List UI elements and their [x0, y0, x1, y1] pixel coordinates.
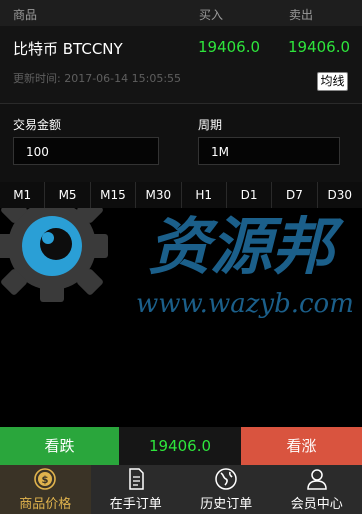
current-price: 19406.0 — [119, 427, 241, 465]
user-icon — [306, 469, 327, 490]
tab-label-member: 会员中心 — [290, 497, 343, 512]
update-time: 更新时间: 2017-06-14 15:05:55 — [13, 72, 182, 85]
symbol-name: 比特币 BTCCNY — [13, 40, 123, 58]
bet-down-button[interactable]: 看跌 — [0, 427, 119, 465]
document-icon — [129, 468, 144, 490]
timeframe-m5[interactable]: M5 — [45, 182, 91, 208]
svg-text:$: $ — [42, 475, 49, 486]
header-buy: 买入 — [199, 8, 224, 22]
globe-icon — [215, 468, 237, 490]
tab-label-prices: 商品价格 — [19, 497, 72, 512]
tab-label-open-orders: 在手订单 — [109, 497, 162, 512]
header-product: 商品 — [13, 8, 38, 22]
price-chart-area: 资源邦 www.wazyb.com — [0, 208, 362, 427]
bet-up-button[interactable]: 看涨 — [241, 427, 362, 465]
amount-field[interactable]: 100 — [13, 137, 159, 165]
timeframe-d30[interactable]: D30 — [318, 182, 362, 208]
amount-label: 交易金额 — [13, 118, 62, 132]
period-field[interactable]: 1M — [198, 137, 340, 165]
tab-open-orders[interactable]: 在手订单 — [91, 465, 182, 514]
timeframe-d7[interactable]: D7 — [272, 182, 318, 208]
trade-action-bar: 看跌 19406.0 看涨 — [0, 427, 362, 465]
timeframe-m1[interactable]: M1 — [0, 182, 46, 208]
coin-icon: $ — [34, 468, 57, 490]
tab-product-prices[interactable]: $ 商品价格 — [0, 465, 91, 514]
bottom-tab-bar: $ 商品价格 在手订单 历史订单 会员中心 — [0, 465, 362, 514]
header-sell: 卖出 — [289, 8, 314, 22]
timeframe-h1[interactable]: H1 — [182, 182, 227, 208]
table-header: 商品 买入 卖出 — [0, 0, 362, 26]
sell-price: 19406.0 — [288, 38, 351, 56]
period-label: 周期 — [198, 118, 223, 132]
buy-price: 19406.0 — [198, 38, 261, 56]
timeframe-d1[interactable]: D1 — [227, 182, 273, 208]
quote-row: 比特币 BTCCNY 19406.0 19406.0 更新时间: 2017-06… — [0, 26, 362, 104]
tab-label-history: 历史订单 — [200, 497, 253, 512]
watermark-title: 资源邦 — [148, 210, 345, 283]
timeframe-bar: M1 M5 M15 M30 H1 D1 D7 D30 — [0, 182, 362, 208]
watermark-url: www.wazyb.com — [136, 289, 354, 319]
timeframe-m15[interactable]: M15 — [91, 182, 137, 208]
timeframe-m30[interactable]: M30 — [136, 182, 182, 208]
tab-order-history[interactable]: 历史订单 — [181, 465, 272, 514]
watermark-logo: 资源邦 www.wazyb.com — [0, 208, 354, 319]
tab-member-center[interactable]: 会员中心 — [272, 465, 362, 514]
order-form: 交易金额 周期 100 1M — [0, 104, 362, 182]
moving-average-button[interactable]: 均线 — [317, 72, 348, 91]
